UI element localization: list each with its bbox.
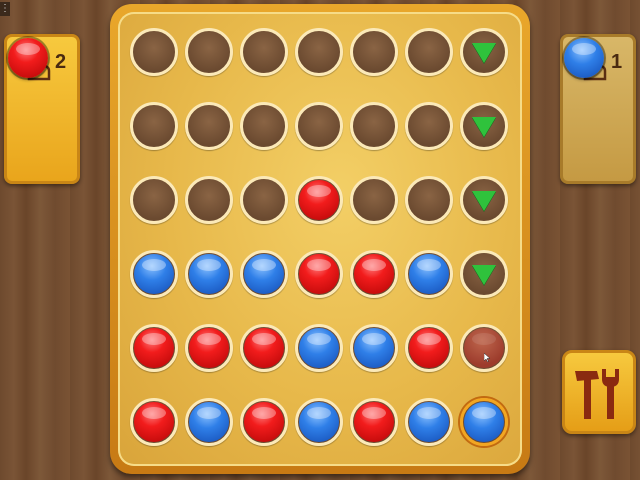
blue-disc [189, 402, 229, 442]
hammer-wrench-icon [575, 369, 619, 419]
drop-arrow-icon[interactable] [472, 43, 496, 63]
board-cell[interactable] [460, 102, 508, 150]
board-cell[interactable] [350, 176, 398, 224]
board-cell[interactable] [240, 176, 288, 224]
board-cell[interactable] [185, 324, 233, 372]
red-disc [134, 402, 174, 442]
board-cell[interactable] [350, 324, 398, 372]
player-number: 1 [611, 51, 623, 73]
board-cell[interactable] [240, 28, 288, 76]
mouse-cursor-icon [484, 353, 490, 362]
player-1-panel: 1 [560, 34, 636, 184]
board-cell[interactable] [185, 28, 233, 76]
drop-arrow-icon[interactable] [472, 191, 496, 211]
board-cell[interactable] [460, 250, 508, 298]
blue-disc [409, 402, 449, 442]
board-cell[interactable] [240, 324, 288, 372]
board-cell[interactable] [185, 102, 233, 150]
red-disc [409, 328, 449, 368]
board-cell[interactable] [350, 28, 398, 76]
board-cell[interactable] [295, 324, 343, 372]
player-disc-blue [564, 38, 604, 78]
drop-arrow-icon[interactable] [472, 265, 496, 285]
blue-disc [244, 254, 284, 294]
board-cell[interactable] [130, 398, 178, 446]
red-disc [244, 328, 284, 368]
blue-disc [134, 254, 174, 294]
board-cell[interactable] [130, 324, 178, 372]
game-board [118, 12, 522, 466]
board-cell[interactable] [460, 324, 508, 372]
board-cell[interactable] [185, 250, 233, 298]
tools-button[interactable] [562, 350, 636, 434]
player-number: 2 [55, 51, 67, 73]
board-cell[interactable] [405, 176, 453, 224]
red-disc [134, 328, 174, 368]
red-disc [299, 180, 339, 220]
board-cell[interactable] [350, 102, 398, 150]
blue-disc [299, 402, 339, 442]
blue-disc [409, 254, 449, 294]
blue-disc [189, 254, 229, 294]
board-cell[interactable] [185, 176, 233, 224]
board-cell[interactable] [405, 102, 453, 150]
board-cell[interactable] [240, 398, 288, 446]
player-disc-red [8, 38, 48, 78]
board-cell[interactable] [460, 398, 508, 446]
board-cell[interactable] [405, 28, 453, 76]
board-cell[interactable] [130, 250, 178, 298]
board-cell[interactable] [350, 250, 398, 298]
board-cell[interactable] [350, 398, 398, 446]
board-cell[interactable] [240, 102, 288, 150]
board-cell[interactable] [405, 324, 453, 372]
board-cell[interactable] [295, 28, 343, 76]
red-disc [354, 402, 394, 442]
board-cell[interactable] [130, 28, 178, 76]
blue-disc [354, 328, 394, 368]
board-cell[interactable] [460, 28, 508, 76]
board-cell[interactable] [405, 250, 453, 298]
red-disc [354, 254, 394, 294]
board-cell[interactable] [460, 176, 508, 224]
board-cell[interactable] [295, 398, 343, 446]
board-cell[interactable] [130, 102, 178, 150]
menu-dots-icon[interactable]: ⋮ [0, 2, 10, 16]
board-cell[interactable] [130, 176, 178, 224]
player-2-panel: 2 [4, 34, 80, 184]
board-cell[interactable] [295, 176, 343, 224]
red-disc [244, 402, 284, 442]
blue-disc [464, 402, 504, 442]
board-cell[interactable] [240, 250, 288, 298]
board-cell[interactable] [295, 102, 343, 150]
preview-disc [464, 328, 504, 368]
blue-disc [299, 328, 339, 368]
board-cell[interactable] [405, 398, 453, 446]
board-cell[interactable] [295, 250, 343, 298]
red-disc [189, 328, 229, 368]
drop-arrow-icon[interactable] [472, 117, 496, 137]
red-disc [299, 254, 339, 294]
board-cell[interactable] [185, 398, 233, 446]
